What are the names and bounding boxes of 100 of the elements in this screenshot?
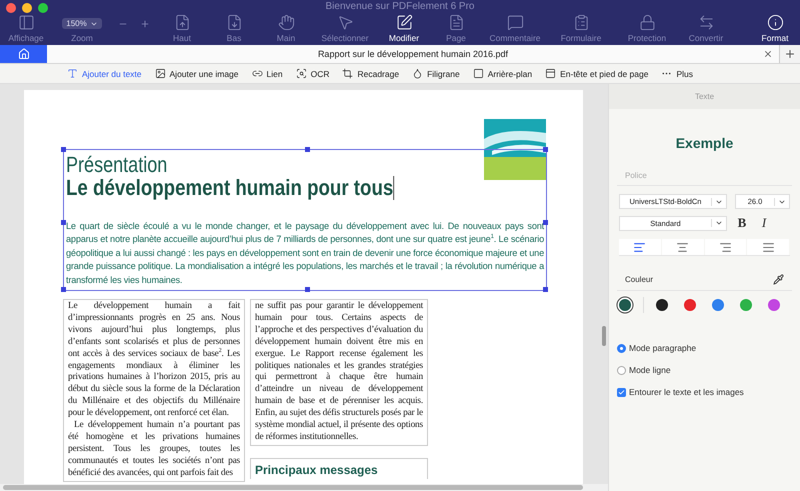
toolbar-button[interactable]: Convertir bbox=[680, 14, 732, 43]
checkbox[interactable] bbox=[617, 388, 626, 396]
align-button[interactable] bbox=[704, 239, 746, 255]
text-selection-frame[interactable] bbox=[63, 149, 547, 292]
bold-button[interactable]: B bbox=[735, 215, 749, 231]
toolbar-button[interactable]: Modifier bbox=[378, 14, 430, 43]
zoom-in-button[interactable] bbox=[140, 19, 150, 29]
format-button[interactable]: Format bbox=[750, 14, 800, 43]
ocr-icon bbox=[296, 68, 307, 79]
edit-tool-button[interactable]: Filigrane bbox=[412, 68, 460, 79]
align-right-icon bbox=[718, 240, 732, 254]
eyedropper-icon[interactable] bbox=[773, 274, 784, 285]
section-label: Police bbox=[625, 171, 647, 180]
drop-icon bbox=[412, 68, 424, 79]
italic-button[interactable]: I bbox=[757, 215, 771, 231]
resize-handle[interactable] bbox=[543, 287, 548, 292]
edit-tool-button[interactable]: En-tête et pied de page bbox=[545, 68, 648, 79]
close-tab-button[interactable] bbox=[763, 49, 773, 59]
wrap-checkbox[interactable]: Entourer le texte et les images bbox=[609, 387, 800, 397]
zoom-select[interactable]: 150% bbox=[62, 18, 102, 29]
intro-paragraph: Le quart de siècle écoulé a vu le monde changer, et le paysage du développement avec lui. De nouveaux pays sont apparus et notre planète accueille aujourd’hui plus de 7 milliards de personnes, dont une sur quatre est jeune$^{1}$. Le scénario géopolitique a lui aussi changé : les pays en développement sont en train de devenir une force économique majeure et une grande puissance politique. La mondialisation a intégré les populations, les marchés et le travail ; la révolution numérique a transformé les vies humaines. bbox=[66, 220, 544, 287]
image-icon bbox=[154, 68, 166, 79]
caret-icon bbox=[715, 219, 723, 227]
home-icon bbox=[18, 48, 30, 60]
lock-icon bbox=[638, 14, 656, 31]
toolbar-button[interactable]: Formulaire bbox=[548, 14, 614, 43]
sidebar-icon bbox=[18, 14, 34, 31]
crop-icon bbox=[342, 68, 354, 79]
mode-radio[interactable]: Mode ligne bbox=[609, 365, 800, 375]
link-icon bbox=[252, 68, 263, 79]
window-title: Bienvenue sur PDFelement 6 Pro bbox=[326, 1, 474, 12]
text-column: Le développement humain a fait d’impressionnants progrès en 25 ans. Nous vivons aujourd’hui plus longtemps, plus d’enfants sont scolarisés et plus de personnes ont accès à des services sociaux de base$^{2}$. Les engagements mondiaux à éliminer les privations humaines à l’horizon 2015, pris au début du siècle sous la forme de la Déclaration du Millénaire et des objectifs du Millénaire pour le développement, ont renforcé cet élan. Le développement humain n’a pourtant pas été homogène et les privations humaines persistent. Tous les groupes, toutes les communautés et toutes les sociétés n’ont pas bénéficié des avancées, qui ont parfois fait des bbox=[63, 299, 245, 482]
page-down-icon bbox=[226, 14, 242, 31]
align-button[interactable] bbox=[747, 239, 789, 255]
toolbar-button[interactable]: Page bbox=[430, 14, 482, 43]
home-tab[interactable] bbox=[0, 45, 47, 63]
panel-header: Texte bbox=[609, 84, 800, 109]
resize-handle[interactable] bbox=[543, 147, 548, 152]
box-heading: Principaux messages bbox=[250, 458, 428, 479]
close-button[interactable] bbox=[6, 3, 16, 13]
align-center-icon bbox=[676, 240, 690, 254]
font-preview: Exemple bbox=[674, 135, 734, 151]
pencil-square-icon bbox=[396, 14, 412, 31]
rectangle-icon bbox=[472, 68, 484, 79]
edit-tool-button[interactable]: Lien bbox=[252, 68, 283, 79]
color-swatch[interactable] bbox=[768, 299, 780, 311]
align-button[interactable] bbox=[662, 239, 704, 255]
toolbar-button[interactable]: Protection bbox=[614, 14, 680, 43]
resize-handle[interactable] bbox=[61, 287, 66, 292]
toolbar-button[interactable]: Main bbox=[260, 14, 312, 43]
toolbar-button[interactable]: Affichage bbox=[0, 14, 52, 43]
minimize-button[interactable] bbox=[22, 3, 32, 13]
scrollbar-thumb[interactable] bbox=[602, 326, 606, 346]
page-up-icon bbox=[174, 14, 190, 31]
toolbar-button[interactable]: Haut bbox=[156, 14, 208, 43]
text-column: ne suffit pas pour garantir le développement humain pour tous. Certains aspects de l’approche et des perspectives d’évaluation du développement humain doivent être mis en exergue. Le Rapport recense également les politiques nationales et les grandes stratégies qui permettront à chaque être humain d’atteindre un niveau de développement humain de base et de pérenniser les acquis. Enfin, au sujet des défis structurels posés par le système mondial actuel, il présente des options de réformes institutionnelles. bbox=[250, 299, 428, 446]
align-button[interactable] bbox=[619, 239, 661, 255]
maximize-button[interactable] bbox=[38, 3, 48, 13]
section-subtitle: Présentation bbox=[66, 153, 168, 176]
resize-handle[interactable] bbox=[543, 220, 548, 226]
toolbar-button[interactable]: Bas bbox=[208, 14, 260, 43]
text-cursor-icon bbox=[66, 68, 78, 79]
comment-icon bbox=[506, 14, 524, 31]
resize-handle[interactable] bbox=[61, 220, 66, 226]
edit-tool-button[interactable]: OCR bbox=[296, 68, 330, 79]
color-swatch[interactable] bbox=[619, 299, 631, 311]
color-swatch[interactable] bbox=[656, 299, 668, 311]
radio-button[interactable] bbox=[617, 344, 626, 352]
toolbar-button[interactable]: Commentaire bbox=[482, 14, 548, 43]
form-icon bbox=[572, 14, 590, 31]
edit-tool-button[interactable]: Ajouter une image bbox=[154, 68, 239, 79]
resize-handle[interactable] bbox=[305, 287, 310, 292]
align-left-icon bbox=[633, 240, 646, 254]
section-title: Le développement humain pour tous bbox=[66, 176, 394, 200]
edit-tool-button[interactable]: Plus bbox=[661, 68, 694, 79]
zoom-label: Zoom bbox=[71, 33, 93, 43]
header-icon bbox=[545, 68, 556, 79]
section-label: Couleur bbox=[625, 275, 654, 284]
color-swatch[interactable] bbox=[684, 299, 696, 311]
edit-tool-button[interactable]: Arrière-plan bbox=[472, 68, 532, 79]
cursor-icon bbox=[336, 14, 354, 31]
logo-drawing bbox=[484, 119, 546, 180]
edit-tool-button[interactable]: Recadrage bbox=[342, 68, 400, 79]
radio-button[interactable] bbox=[617, 366, 626, 374]
align-justify-icon bbox=[762, 240, 775, 254]
document-icon bbox=[448, 14, 464, 31]
color-swatch[interactable] bbox=[740, 299, 752, 311]
mode-radio[interactable]: Mode paragraphe bbox=[609, 343, 800, 353]
resize-handle[interactable] bbox=[305, 147, 310, 152]
document-tab[interactable]: Rapport sur le développement humain 2016.pdf bbox=[47, 45, 780, 63]
color-swatch[interactable] bbox=[712, 299, 724, 311]
close-icon bbox=[763, 49, 773, 59]
hand-icon bbox=[278, 14, 294, 31]
edit-tool-button[interactable]: Ajouter du texte bbox=[66, 68, 142, 79]
resize-handle[interactable] bbox=[61, 147, 66, 152]
scrollbar-thumb[interactable] bbox=[3, 485, 583, 490]
plus-icon bbox=[140, 19, 150, 29]
plus-icon bbox=[784, 48, 796, 60]
toolbar-button[interactable]: Sélectionner bbox=[312, 14, 378, 43]
arrows-icon bbox=[698, 14, 714, 31]
